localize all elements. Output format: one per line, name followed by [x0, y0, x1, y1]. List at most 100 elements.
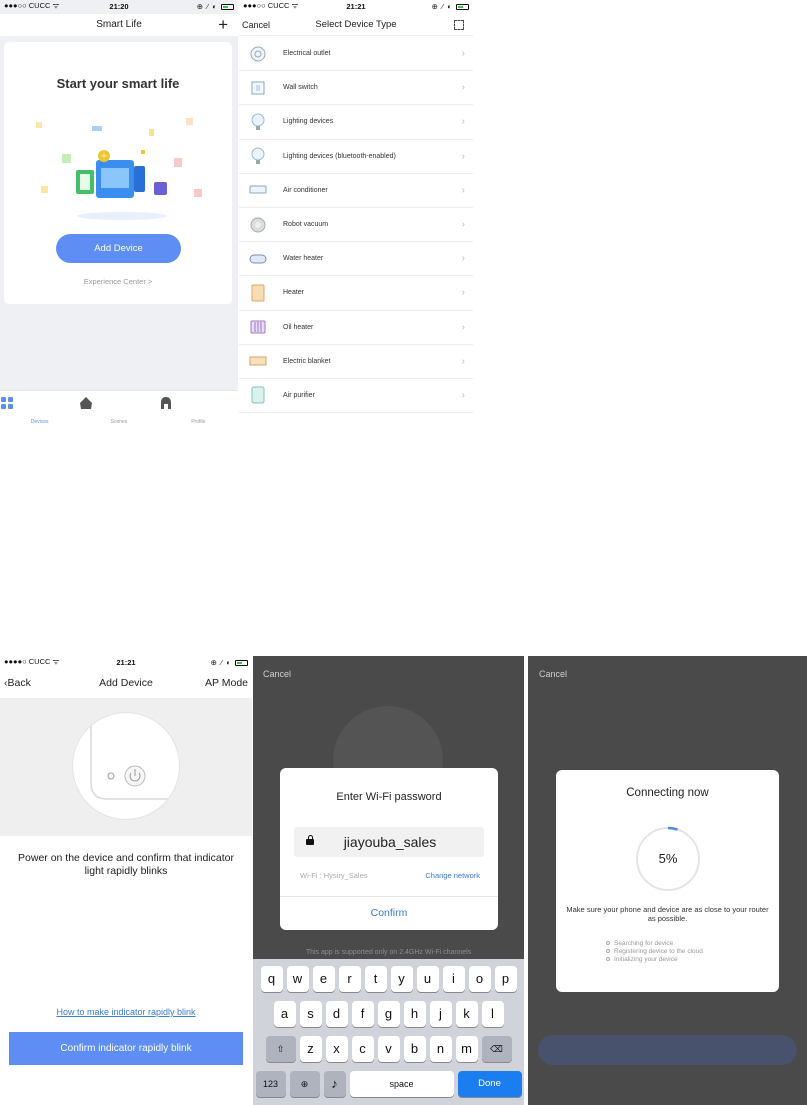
- key[interactable]: n: [429, 1036, 452, 1062]
- key[interactable]: q: [260, 966, 283, 992]
- dialog-title: Connecting now: [626, 787, 709, 799]
- list-item-lighting-devices[interactable]: Lighting devices ›: [239, 105, 473, 140]
- status-icons: ⊕ ⁄ ◐: [167, 658, 248, 667]
- key[interactable]: e: [312, 966, 335, 992]
- list-item-electric-blanket[interactable]: Electric blanket ›: [239, 345, 473, 379]
- navbar: Cancel Select Device Type: [239, 14, 473, 36]
- list-item-lighting-devices-bluetooth[interactable]: Lighting devices (bluetooth-enabled) ›: [239, 140, 473, 174]
- status-icon-glyphs: ⊕ ⁄ ◐: [196, 1, 218, 11]
- key[interactable]: u: [416, 966, 439, 992]
- status-bar: ●●●○○ CUCC ᯤ 21:21 ⊕ ⁄ ◐: [239, 0, 473, 12]
- status-icon-glyphs: ⊕ ⁄ ◐: [210, 657, 232, 667]
- key[interactable]: l: [481, 1001, 504, 1027]
- keyboard: q w e r t y u i o p a s d f g h j k l ⇧ …: [253, 959, 524, 1105]
- key[interactable]: c: [351, 1036, 374, 1062]
- background-button-shadow: [538, 1035, 797, 1065]
- list-item-air-conditioner[interactable]: Air conditioner ›: [239, 174, 473, 208]
- space-key[interactable]: space: [349, 1071, 454, 1097]
- password-value: jiayouba_sales: [343, 834, 437, 850]
- bulb-icon: [249, 147, 267, 165]
- connecting-dialog: Connecting now 5% Make sure your phone a…: [556, 770, 779, 992]
- list-item-electrical-outlet[interactable]: Electrical outlet ›: [239, 37, 473, 72]
- select-device-type-screen: ●●●○○ CUCC ᯤ 21:21 ⊕ ⁄ ◐ Cancel Select D…: [239, 0, 473, 414]
- password-field[interactable]: jiayouba_sales: [294, 827, 484, 857]
- key[interactable]: d: [325, 1001, 348, 1027]
- key[interactable]: j: [429, 1001, 452, 1027]
- cancel-button[interactable]: Cancel: [263, 669, 291, 679]
- wifi-dialog: Enter Wi-Fi password jiayouba_sales Wi-F…: [280, 768, 498, 930]
- help-link[interactable]: How to make indicator rapidly blink: [0, 1007, 252, 1017]
- clock: 21:21: [346, 1, 366, 11]
- done-key[interactable]: Done: [457, 1071, 522, 1097]
- list-item-label: Robot vacuum: [283, 221, 329, 229]
- list-item-label: Lighting devices (bluetooth-enabled): [283, 152, 396, 160]
- add-device-button[interactable]: Add Device: [56, 234, 181, 263]
- key[interactable]: g: [377, 1001, 400, 1027]
- tab-scenes[interactable]: Scenes: [79, 391, 158, 428]
- carrier-label: ●●●○○ CUCC ᯤ: [4, 1, 60, 10]
- device-closeup: [72, 712, 180, 820]
- experience-center-link[interactable]: Experience Center >: [4, 277, 232, 286]
- shift-icon: ⇧: [276, 1044, 285, 1054]
- key[interactable]: s: [299, 1001, 322, 1027]
- list-item-label: Electrical outlet: [283, 50, 331, 58]
- home-icon: [80, 397, 93, 409]
- wifi-password-screen: Cancel Enter Wi-Fi password jiayouba_sal…: [253, 656, 524, 1105]
- list-item-water-heater[interactable]: Water heater ›: [239, 242, 473, 277]
- list-item-air-purifier[interactable]: Air purifier ›: [239, 379, 473, 414]
- key[interactable]: h: [403, 1001, 426, 1027]
- key[interactable]: o: [468, 966, 491, 992]
- tab-profile[interactable]: Profile: [159, 391, 238, 428]
- instruction-text: Power on the device and confirm that ind…: [18, 852, 234, 877]
- key[interactable]: y: [390, 966, 413, 992]
- scan-icon[interactable]: [454, 20, 464, 30]
- cancel-button[interactable]: Cancel: [539, 669, 567, 679]
- key[interactable]: p: [494, 966, 517, 992]
- key[interactable]: m: [455, 1036, 478, 1062]
- smart-life-screen: ●●●○○ CUCC ᯤ 21:20 ⊕ ⁄ ◐ Smart Life + St…: [0, 0, 238, 428]
- key[interactable]: f: [351, 1001, 374, 1027]
- key[interactable]: z: [299, 1036, 322, 1062]
- oil-heater-icon: [249, 318, 267, 336]
- tab-label: Scenes: [110, 419, 128, 425]
- plus-icon[interactable]: +: [218, 14, 228, 36]
- status-icons: ⊕ ⁄ ◐: [394, 2, 469, 11]
- chevron-right-icon: ›: [461, 355, 465, 367]
- backspace-key[interactable]: ⌫: [481, 1036, 512, 1062]
- key[interactable]: k: [455, 1001, 478, 1027]
- chevron-right-icon: ›: [461, 219, 465, 231]
- key[interactable]: i: [442, 966, 465, 992]
- list-item-label: Lighting devices: [283, 118, 334, 126]
- robot-vacuum-icon: [249, 216, 267, 234]
- change-network-link[interactable]: Change network: [425, 871, 480, 880]
- chevron-right-icon: ›: [461, 321, 465, 333]
- mic-key[interactable]: ♪: [323, 1071, 346, 1097]
- ap-mode-button[interactable]: AP Mode: [205, 670, 248, 696]
- list-item-robot-vacuum[interactable]: Robot vacuum ›: [239, 208, 473, 243]
- shift-key[interactable]: ⇧: [265, 1036, 296, 1062]
- list-item-oil-heater[interactable]: Oil heater ›: [239, 311, 473, 345]
- list-item-heater[interactable]: Heater ›: [239, 276, 473, 311]
- key[interactable]: t: [364, 966, 387, 992]
- numbers-key[interactable]: 123: [255, 1071, 286, 1097]
- step-label: Registering device to the cloud: [614, 948, 703, 955]
- confirm-button[interactable]: Confirm: [280, 896, 498, 930]
- key[interactable]: v: [377, 1036, 400, 1062]
- profile-icon: [160, 397, 171, 409]
- list-item-label: Heater: [283, 289, 305, 297]
- battery-icon: [221, 3, 235, 10]
- list-item-wall-switch[interactable]: Wall switch ›: [239, 71, 473, 106]
- wifi-channel-note: This app is supported only on 2.4GHz Wi-…: [305, 949, 472, 956]
- bulb-icon: [249, 113, 267, 131]
- key[interactable]: a: [273, 1001, 296, 1027]
- connection-steps: Searching for device Registering device …: [606, 940, 703, 964]
- page-title: Smart Life: [0, 14, 238, 36]
- globe-key[interactable]: ⊕: [289, 1071, 320, 1097]
- confirm-blink-button[interactable]: Confirm indicator rapidly blink: [9, 1032, 243, 1065]
- key[interactable]: w: [286, 966, 309, 992]
- key[interactable]: x: [325, 1036, 348, 1062]
- battery-icon: [455, 3, 469, 10]
- key[interactable]: b: [403, 1036, 426, 1062]
- tab-devices[interactable]: Devices: [0, 391, 79, 428]
- key[interactable]: r: [338, 966, 361, 992]
